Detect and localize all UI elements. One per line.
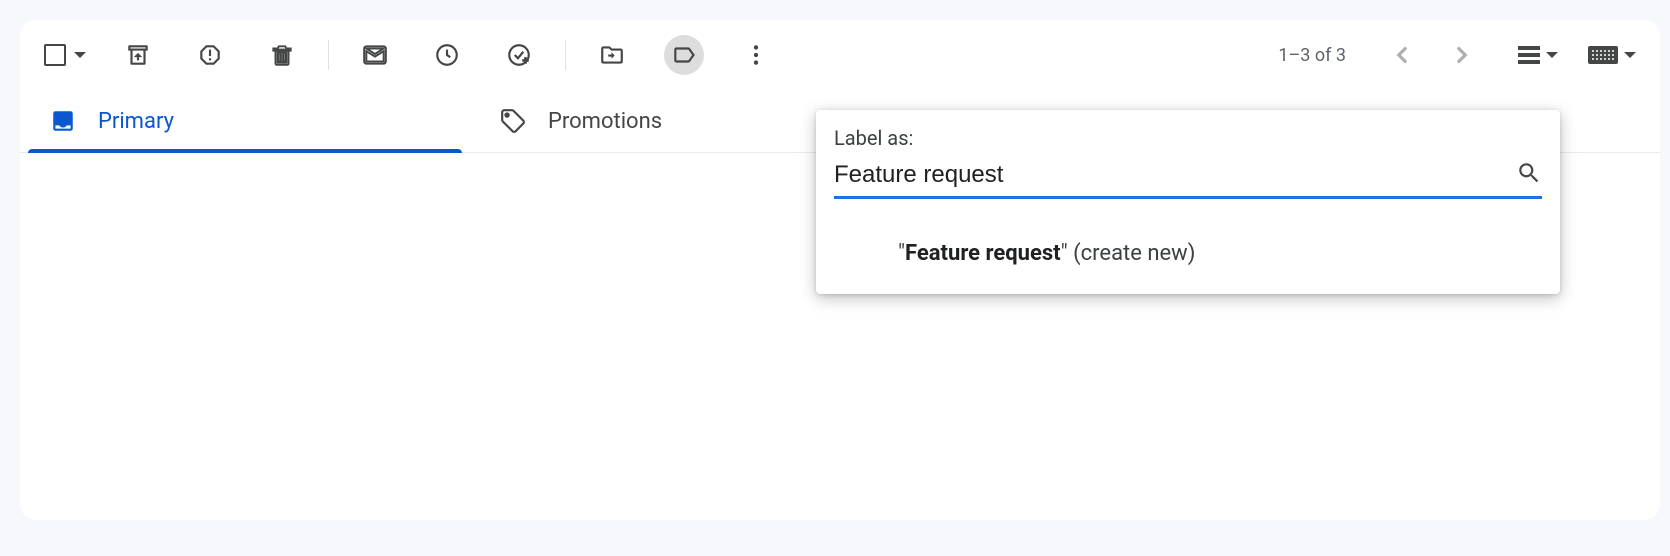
mail-panel: 1–3 of 3	[20, 20, 1660, 520]
select-checkbox-dropdown[interactable]	[44, 44, 86, 66]
label-as-popup: Label as: "Feature request" (create new)	[816, 110, 1560, 294]
labels-button[interactable]	[664, 35, 704, 75]
create-new-label-option[interactable]: "Feature request" (create new)	[816, 199, 1560, 282]
report-spam-icon	[197, 42, 223, 68]
delete-button[interactable]	[262, 35, 302, 75]
input-method-button[interactable]	[1588, 46, 1636, 64]
move-to-icon	[599, 42, 625, 68]
create-suffix: " (create new)	[1061, 241, 1196, 266]
checkbox-empty-icon	[44, 44, 66, 66]
label-search-row	[834, 160, 1542, 199]
toolbar-separator	[328, 40, 329, 70]
prev-page-button[interactable]	[1382, 35, 1422, 75]
chevron-down-icon	[1624, 52, 1636, 58]
tab-primary[interactable]: Primary	[20, 90, 470, 152]
more-button[interactable]	[736, 35, 776, 75]
tag-icon	[500, 108, 526, 134]
density-icon	[1518, 46, 1540, 64]
report-spam-button[interactable]	[190, 35, 230, 75]
mail-unread-icon	[362, 42, 388, 68]
density-button[interactable]	[1518, 46, 1558, 64]
chevron-left-icon	[1389, 42, 1415, 68]
next-page-button[interactable]	[1442, 35, 1482, 75]
more-vertical-icon	[743, 42, 769, 68]
task-add-icon	[506, 42, 532, 68]
label-icon	[671, 42, 697, 68]
archive-icon	[125, 42, 151, 68]
create-prefix: "	[898, 241, 905, 266]
archive-button[interactable]	[118, 35, 158, 75]
chevron-down-icon	[74, 52, 86, 58]
inbox-icon	[50, 108, 76, 134]
search-icon	[1516, 160, 1542, 190]
label-search-input[interactable]	[834, 161, 1516, 189]
snooze-button[interactable]	[427, 35, 467, 75]
move-to-button[interactable]	[592, 35, 632, 75]
add-to-tasks-button[interactable]	[499, 35, 539, 75]
chevron-right-icon	[1449, 42, 1475, 68]
trash-icon	[269, 42, 295, 68]
toolbar: 1–3 of 3	[20, 20, 1660, 90]
mark-unread-button[interactable]	[355, 35, 395, 75]
toolbar-separator	[565, 40, 566, 70]
tab-primary-label: Primary	[98, 109, 174, 134]
create-label-name: Feature request	[905, 241, 1061, 266]
clock-icon	[434, 42, 460, 68]
pagination-info: 1–3 of 3	[1278, 45, 1346, 66]
keyboard-icon	[1588, 46, 1618, 64]
chevron-down-icon	[1546, 52, 1558, 58]
tab-promotions-label: Promotions	[548, 109, 662, 134]
label-popup-title: Label as:	[816, 126, 1560, 160]
